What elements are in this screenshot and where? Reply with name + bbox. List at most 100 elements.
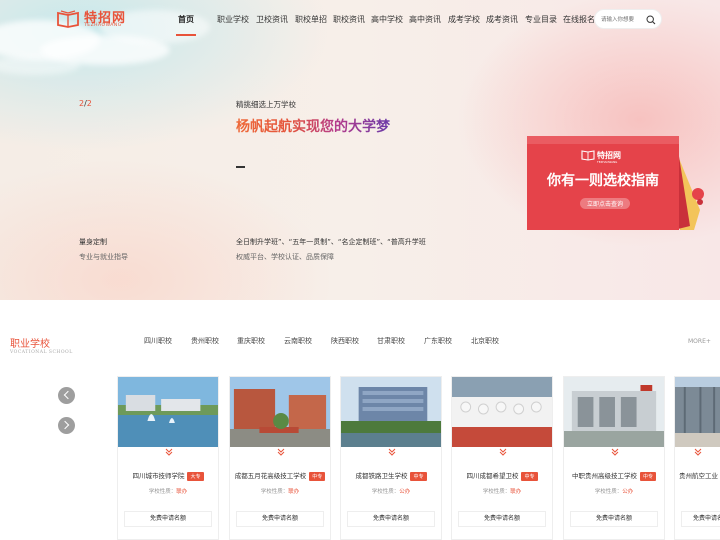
- top-navigation: 特招网 TEZHAOWANG 首页 职业学校 卫校资讯 职校单招 职校资讯 高中…: [0, 0, 720, 38]
- school-photo[interactable]: [341, 377, 441, 447]
- nav-high-schools[interactable]: 高中学校: [371, 14, 403, 25]
- school-nature: 学校性质：联办: [118, 487, 218, 495]
- feature-plans-label: 全日制升学班”、“五年一贯制”、“名企定制班”、“普高升学班: [236, 238, 426, 246]
- school-nature: 学校性质：公办: [564, 487, 664, 495]
- site-logo[interactable]: 特招网 TEZHAOWANG: [56, 8, 136, 32]
- school-nature: 学校性质：联办: [230, 487, 330, 495]
- slide-counter: 2/2: [79, 99, 92, 108]
- feature-custom-sub: 专业与就业指导: [79, 253, 128, 261]
- school-name-line: 成都铁路卫生学校 中专: [341, 470, 441, 481]
- book-logo-icon: [57, 10, 79, 28]
- school-guide-card[interactable]: 特招网 TEZHAOWANG 你有一则选校指南 立即点击查询: [524, 132, 704, 234]
- search-input[interactable]: [601, 14, 647, 25]
- school-card[interactable]: 贵州航空工业 免费申请名额: [674, 376, 720, 540]
- school-level-badge: 中专: [639, 471, 656, 481]
- nav-vocational-schools[interactable]: 职业学校: [217, 14, 249, 25]
- nature-value: 公办: [622, 489, 634, 495]
- school-card[interactable]: 四川成都希望卫校 中专 学校性质：联办 免费申请名额: [451, 376, 553, 540]
- nav-vocational-news[interactable]: 职校资讯: [333, 14, 365, 25]
- nature-label: 学校性质：: [148, 489, 177, 495]
- guide-button-label[interactable]: 立即点击查询: [587, 200, 623, 208]
- school-nature: 学校性质：公办: [341, 487, 441, 495]
- school-name: 贵州航空工业: [679, 472, 718, 480]
- school-nature: 学校性质：联办: [452, 487, 552, 495]
- chevron-down-icon: [694, 448, 702, 456]
- school-level-badge: 中专: [309, 471, 326, 481]
- feature-custom-label: 量身定制: [79, 238, 107, 246]
- school-name: 中职贵州高级技工学校: [571, 472, 637, 480]
- nav-high-school-news[interactable]: 高中资讯: [409, 14, 441, 25]
- search-box: [594, 9, 662, 29]
- card-top-band: [527, 136, 679, 144]
- apply-button[interactable]: 免费申请名额: [681, 511, 720, 527]
- guide-query-button[interactable]: 立即点击查询: [580, 198, 630, 209]
- tab-chongqing[interactable]: 重庆职校: [237, 336, 265, 346]
- tab-guizhou[interactable]: 贵州职校: [191, 336, 219, 346]
- school-name: 四川成都希望卫校: [466, 472, 519, 480]
- guide-logo-subtext: TEZHAOWANG: [596, 160, 617, 164]
- nature-value: 联办: [288, 489, 300, 495]
- section-title: 职业学校: [10, 339, 50, 350]
- nav-adult-news[interactable]: 成考资讯: [486, 14, 518, 25]
- guide-headline: 你有一则选校指南: [546, 172, 659, 189]
- school-card[interactable]: 四川城市技师学院 大专 学校性质：联办 免费申请名额: [117, 376, 219, 540]
- hero-subtitle: 精挑细选上万学校: [236, 100, 296, 109]
- apply-button[interactable]: 免费申请名额: [236, 511, 324, 527]
- hero-divider: [236, 166, 245, 168]
- nature-label: 学校性质：: [482, 489, 511, 495]
- chevron-left-icon: [63, 390, 73, 400]
- apply-button[interactable]: 免费申请名额: [570, 511, 658, 527]
- feature-plans-sub: 权威平台、学校认证、品质保障: [236, 253, 334, 261]
- school-photo[interactable]: [452, 377, 552, 447]
- school-photo[interactable]: [230, 377, 330, 447]
- school-name-line: 四川城市技师学院 大专: [118, 470, 218, 481]
- tab-guangdong[interactable]: 广东职校: [424, 336, 452, 346]
- tab-yunnan[interactable]: 云南职校: [284, 336, 312, 346]
- tab-beijing[interactable]: 北京职校: [471, 336, 499, 346]
- cloud-decoration: [0, 55, 80, 75]
- apply-button[interactable]: 免费申请名额: [124, 511, 212, 527]
- more-link[interactable]: MORE+: [688, 338, 711, 345]
- hero-title: 杨帆起航实现您的大学梦: [236, 116, 390, 136]
- nature-value: 公办: [399, 489, 411, 495]
- school-card[interactable]: 中职贵州高级技工学校 中专 学校性质：公办 免费申请名额: [563, 376, 665, 540]
- school-name-line: 中职贵州高级技工学校 中专: [564, 470, 664, 481]
- school-photo[interactable]: [675, 377, 720, 447]
- apply-button[interactable]: 免费申请名额: [458, 511, 546, 527]
- school-level-badge: 大专: [187, 471, 204, 481]
- nav-home[interactable]: 首页: [178, 14, 194, 25]
- slide-total: 2: [86, 99, 92, 108]
- ribbon-decoration: [692, 188, 704, 200]
- section-subtitle: VOCATIONAL SCHOOL: [10, 350, 73, 355]
- chevron-down-icon: [277, 448, 285, 456]
- school-name: 四川城市技师学院: [132, 472, 185, 480]
- school-level-badge: 中专: [410, 471, 427, 481]
- nav-adult-schools[interactable]: 成考学校: [448, 14, 480, 25]
- nature-label: 学校性质：: [371, 489, 400, 495]
- school-photo[interactable]: [564, 377, 664, 447]
- chevron-down-icon: [388, 448, 396, 456]
- chevron-right-icon: [60, 420, 70, 430]
- tab-shaanxi[interactable]: 陕西职校: [331, 336, 359, 346]
- nav-single-admission[interactable]: 职校单招: [295, 14, 327, 25]
- nav-major-catalog[interactable]: 专业目录: [525, 14, 557, 25]
- tab-gansu[interactable]: 甘肃职校: [377, 336, 405, 346]
- ribbon-decoration: [697, 199, 703, 205]
- school-photo[interactable]: [118, 377, 218, 447]
- carousel-next-button[interactable]: [58, 417, 75, 434]
- nature-label: 学校性质：: [594, 489, 623, 495]
- chevron-down-icon: [611, 448, 619, 456]
- school-level-badge: 中专: [521, 471, 538, 481]
- nav-health-school-news[interactable]: 卫校资讯: [256, 14, 288, 25]
- nav-online-signup[interactable]: 在线报名: [563, 14, 595, 25]
- school-card[interactable]: 成都五月花高级技工学校 中专 学校性质：联办 免费申请名额: [229, 376, 331, 540]
- guide-logo-text: 特招网: [597, 150, 621, 160]
- school-card[interactable]: 成都铁路卫生学校 中专 学校性质：公办 免费申请名额: [340, 376, 442, 540]
- logo-subtext: TEZHAOWANG: [84, 23, 122, 28]
- chevron-down-icon: [499, 448, 507, 456]
- school-name: 成都铁路卫生学校: [355, 472, 408, 480]
- apply-button[interactable]: 免费申请名额: [347, 511, 435, 527]
- search-icon[interactable]: [646, 15, 656, 25]
- tab-sichuan[interactable]: 四川职校: [144, 336, 172, 346]
- carousel-prev-button[interactable]: [58, 387, 75, 404]
